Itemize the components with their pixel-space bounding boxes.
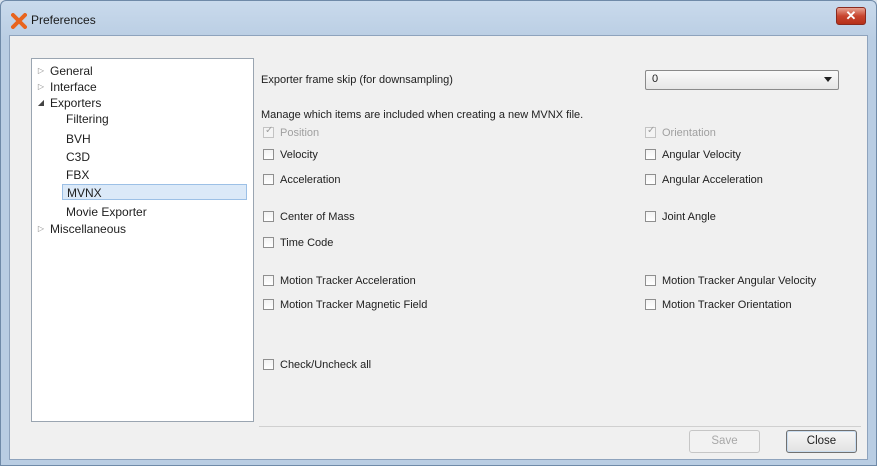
time-code-checkbox[interactable]: Time Code [263, 236, 333, 251]
checkmark-icon: ✓ [265, 124, 274, 136]
category-tree: ▷ General ▷ Interface ◢ Exporters Filter… [31, 58, 254, 422]
close-button[interactable]: Close [786, 430, 857, 453]
expand-arrow-icon[interactable]: ▷ [36, 221, 46, 237]
joint-angle-checkbox[interactable]: Joint Angle [645, 210, 716, 225]
frame-skip-value: 0 [652, 73, 659, 85]
dialog-client-area: ▷ General ▷ Interface ◢ Exporters Filter… [9, 35, 868, 460]
footer-divider [259, 426, 861, 427]
acceleration-checkbox[interactable]: Acceleration [263, 173, 341, 188]
collapse-arrow-icon[interactable]: ◢ [36, 95, 46, 111]
title-bar[interactable]: Preferences ✕ [1, 1, 876, 35]
angular-acceleration-checkbox[interactable]: Angular Acceleration [645, 173, 763, 188]
center-of-mass-checkbox[interactable]: Center of Mass [263, 210, 355, 225]
mt-magnetic-field-checkbox[interactable]: Motion Tracker Magnetic Field [263, 298, 427, 313]
orientation-checkbox[interactable]: ✓ Orientation [645, 124, 716, 141]
tree-item-general[interactable]: ▷ General [36, 63, 93, 79]
app-x-icon [11, 13, 27, 29]
tree-item-exporters[interactable]: ◢ Exporters [36, 95, 101, 111]
save-button[interactable]: Save [689, 430, 760, 453]
manage-items-label: Manage which items are included when cre… [261, 109, 584, 121]
mvnx-settings-panel: Exporter frame skip (for downsampling) 0… [259, 56, 859, 422]
preferences-window: Preferences ✕ ▷ General ▷ Interface ◢ Ex… [0, 0, 877, 466]
expand-arrow-icon[interactable]: ▷ [36, 79, 46, 95]
tree-item-c3d[interactable]: C3D [66, 149, 90, 165]
mt-orientation-checkbox[interactable]: Motion Tracker Orientation [645, 298, 792, 313]
velocity-checkbox[interactable]: Velocity [263, 148, 318, 163]
frame-skip-label: Exporter frame skip (for downsampling) [261, 74, 453, 86]
angular-velocity-checkbox[interactable]: Angular Velocity [645, 148, 741, 163]
tree-item-fbx[interactable]: FBX [66, 167, 89, 183]
window-title: Preferences [31, 13, 96, 27]
tree-item-interface[interactable]: ▷ Interface [36, 79, 97, 95]
mt-acceleration-checkbox[interactable]: Motion Tracker Acceleration [263, 274, 416, 289]
tree-item-bvh[interactable]: BVH [66, 131, 91, 147]
mt-angular-velocity-checkbox[interactable]: Motion Tracker Angular Velocity [645, 274, 816, 289]
check-uncheck-all-checkbox[interactable]: Check/Uncheck all [263, 358, 371, 373]
frame-skip-dropdown[interactable]: 0 [645, 70, 839, 90]
close-x-icon[interactable]: ✕ [836, 7, 866, 25]
tree-item-filtering[interactable]: Filtering [66, 111, 109, 127]
tree-item-movie-exporter[interactable]: Movie Exporter [66, 204, 147, 220]
position-checkbox[interactable]: ✓ Position [263, 124, 319, 141]
checkmark-icon: ✓ [647, 124, 656, 136]
tree-item-mvnx[interactable]: MVNX [62, 184, 247, 200]
expand-arrow-icon[interactable]: ▷ [36, 63, 46, 79]
chevron-down-icon [824, 77, 832, 82]
tree-item-miscellaneous[interactable]: ▷ Miscellaneous [36, 221, 126, 237]
